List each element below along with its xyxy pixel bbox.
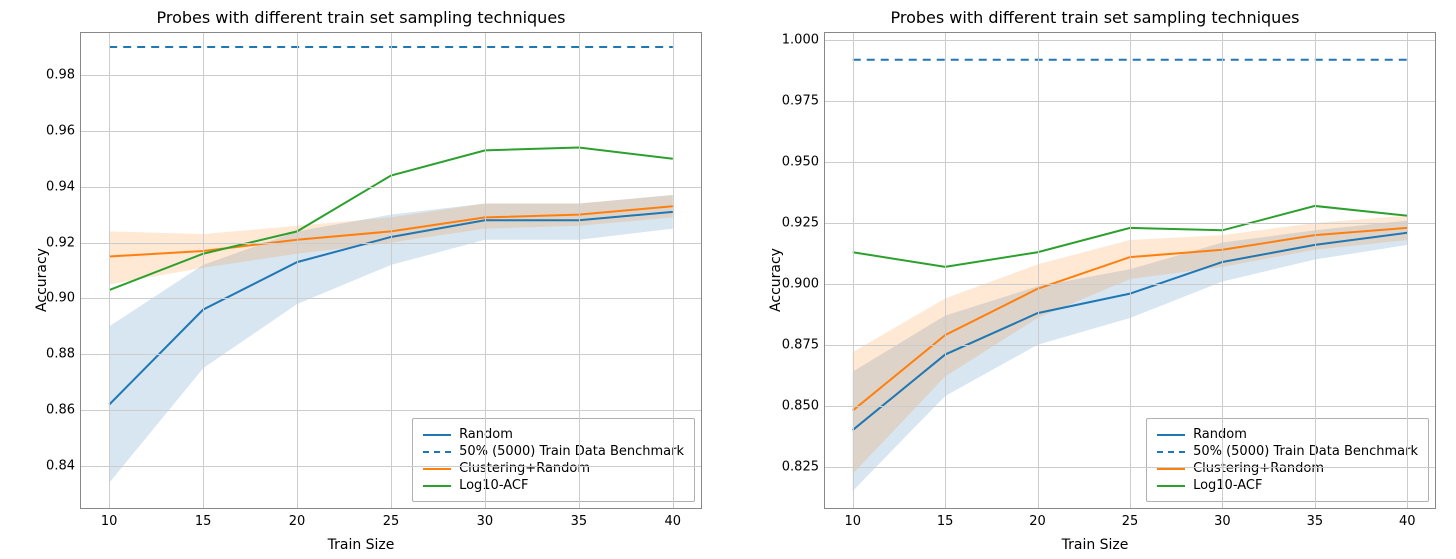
legend-item-log10acf: Log10-ACF (1157, 478, 1418, 493)
legend-item-clustering: Clustering+Random (1157, 461, 1418, 476)
x-axis-label: Train Size (4, 537, 718, 553)
plot-area-left: Random 50% (5000) Train Data Benchmark C… (80, 32, 702, 509)
chart-title: Probes with different train set sampling… (738, 8, 1452, 27)
chart-title: Probes with different train set sampling… (4, 8, 718, 27)
chart-panel-right: Probes with different train set sampling… (738, 4, 1452, 555)
legend-item-random: Random (1157, 427, 1418, 442)
legend-item-random: Random (423, 427, 684, 442)
legend-box: Random 50% (5000) Train Data Benchmark C… (412, 418, 695, 502)
legend-item-log10acf: Log10-ACF (423, 478, 684, 493)
plot-area-right: Random 50% (5000) Train Data Benchmark C… (824, 32, 1436, 509)
legend-item-benchmark: 50% (5000) Train Data Benchmark (423, 444, 684, 459)
x-axis-label: Train Size (738, 537, 1452, 553)
legend-box: Random 50% (5000) Train Data Benchmark C… (1146, 418, 1429, 502)
chart-panel-left: Probes with different train set sampling… (4, 4, 718, 555)
legend-item-clustering: Clustering+Random (423, 461, 684, 476)
legend-item-benchmark: 50% (5000) Train Data Benchmark (1157, 444, 1418, 459)
